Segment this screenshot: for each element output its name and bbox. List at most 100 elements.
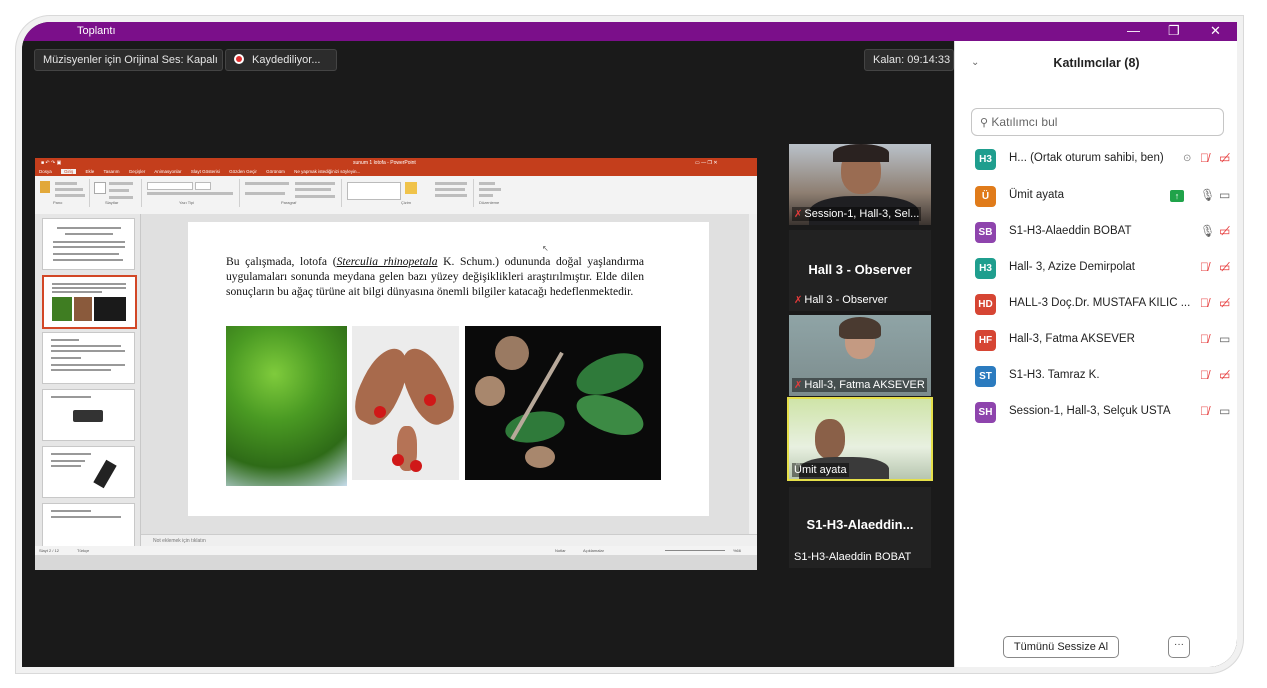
slide-body-text: Bu çalışmada, lotofa (Sterculia rhinopet… <box>226 255 645 299</box>
recording-icon: ⊙ <box>1183 153 1192 164</box>
slide-thumb[interactable] <box>42 389 135 441</box>
shared-screen[interactable]: ■ ↶ ↷ ▣ sunum 1 lotofa - PowerPoint ▭ — … <box>35 158 757 570</box>
muted-mic-icon[interactable]: 🎙̸ <box>1200 332 1209 346</box>
ppt-tab[interactable]: Animasyonlar <box>154 169 181 174</box>
video-off-icon[interactable]: ▭̸ <box>1219 368 1230 382</box>
ppt-tab[interactable]: Görünüm <box>266 169 285 174</box>
slide-thumb[interactable] <box>42 332 135 384</box>
participant-name: Ümit ayata <box>1009 189 1064 201</box>
avatar: Ü <box>975 186 996 207</box>
slide-thumb[interactable] <box>42 446 135 498</box>
participant-search-input[interactable]: ⚲ Katılımcı bul <box>971 108 1224 136</box>
muted-mic-icon: ✗ <box>794 380 803 391</box>
timer-label: Kalan: 09:14:33 <box>873 54 951 66</box>
video-tile-name: Ümit ayata <box>792 463 849 477</box>
mute-all-button[interactable]: Tümünü Sessize Al <box>1003 636 1119 658</box>
participant-row[interactable]: H3 H... (Ortak oturum sahibi, ben) ⊙ 🎙̸ … <box>955 144 1237 174</box>
participant-name: Hall-3, Fatma AKSEVER <box>1009 333 1135 345</box>
participant-name: Session-1, Hall-3, Selçuk USTA <box>1009 405 1171 417</box>
video-tile-active-speaker[interactable]: Ümit ayata <box>787 397 933 481</box>
ppt-tab-active[interactable]: Giriş <box>61 169 77 174</box>
ppt-search-hint[interactable]: Ne yapmak istediğinizi söyleyin... <box>294 169 360 174</box>
original-sound-button[interactable]: Müzisyenler için Orijinal Ses: Kapalı <box>34 49 223 71</box>
muted-mic-icon[interactable]: 🎙̸ <box>1200 260 1209 274</box>
participant-name: Hall- 3, Azize Demirpolat <box>1009 261 1135 273</box>
search-placeholder: Katılımcı bul <box>991 115 1058 129</box>
ppt-tab[interactable]: Geçişler <box>129 169 146 174</box>
video-tile[interactable]: ✗ Hall-3, Fatma AKSEVER <box>789 315 931 396</box>
recording-indicator[interactable]: Kaydediliyor... <box>225 49 337 71</box>
search-icon: ⚲ <box>980 117 989 129</box>
arrange-icon <box>405 182 417 194</box>
title-bar: Toplantı — ❐ ✕ <box>22 22 1237 41</box>
ribbon-group: Düzenleme <box>475 179 519 207</box>
panel-header: ⌄ Katılımcılar (8) <box>955 41 1237 85</box>
mic-icon[interactable]: 🎙 <box>1200 188 1215 202</box>
ppt-tab[interactable]: Ekle <box>86 169 95 174</box>
ppt-tab[interactable]: Tasarım <box>103 169 119 174</box>
video-off-icon[interactable]: ▭̸ <box>1219 224 1230 238</box>
language-status: Türkçe <box>77 548 90 553</box>
participant-row[interactable]: H3 Hall- 3, Azize Demirpolat 🎙̸ ▭̸ <box>955 253 1237 283</box>
participant-row[interactable]: HD HALL-3 Doç.Dr. MUSTAFA KILIC ... 🎙̸ ▭… <box>955 289 1237 319</box>
ppt-tab[interactable]: Gözden Geçir <box>229 169 257 174</box>
share-screen-icon: ↑ <box>1170 190 1184 202</box>
muted-mic-icon[interactable]: 🎙̸ <box>1200 404 1209 418</box>
video-icon[interactable]: ▭ <box>1219 332 1230 346</box>
participant-hair <box>833 144 889 162</box>
video-icon[interactable]: ▭ <box>1219 188 1230 202</box>
slide-thumb[interactable] <box>42 503 135 546</box>
restore-button[interactable]: ❐ <box>1168 23 1180 39</box>
paste-icon <box>40 181 50 193</box>
video-off-icon[interactable]: ▭̸ <box>1219 151 1230 165</box>
ppt-status-bar: Slayt 2 / 12 Türkçe Notlar Açıklamalar %… <box>35 546 757 555</box>
slide[interactable]: Bu çalışmada, lotofa (Sterculia rhinopet… <box>188 222 709 516</box>
close-button[interactable]: ✕ <box>1210 23 1221 39</box>
video-tile[interactable]: ✗ Session-1, Hall-3, Sel... <box>789 144 931 225</box>
recording-label: Kaydediliyor... <box>252 54 321 66</box>
thumb-image <box>93 459 117 489</box>
video-tile-name: ✗ Hall-3, Fatma AKSEVER <box>792 378 927 392</box>
zoom-slider[interactable] <box>665 550 725 551</box>
notes-toggle[interactable]: Notlar <box>555 546 566 555</box>
video-off-icon[interactable]: ▭̸ <box>1219 260 1230 274</box>
original-sound-label: Müzisyenler için Orijinal Ses: Kapalı <box>43 54 218 66</box>
ppt-tab[interactable]: Dosya <box>39 169 52 174</box>
participant-row[interactable]: Ü Ümit ayata ↑ 🎙 ▭ <box>955 181 1237 211</box>
video-tile[interactable]: Hall 3 - Observer ✗ Hall 3 - Observer <box>789 230 931 311</box>
muted-mic-icon: ✗ <box>794 295 803 306</box>
participant-row[interactable]: SH Session-1, Hall-3, Selçuk USTA 🎙̸ ▭ <box>955 397 1237 427</box>
muted-mic-icon[interactable]: 🎙̸ <box>1200 368 1209 382</box>
new-slide-icon <box>94 182 106 194</box>
minimize-button[interactable]: — <box>1127 23 1140 38</box>
participant-row[interactable]: SB S1-H3-Alaeddin BOBAT 🎙 ▭̸ <box>955 217 1237 247</box>
slide-thumb[interactable] <box>42 218 135 270</box>
font-size-box <box>195 182 211 190</box>
video-icon[interactable]: ▭ <box>1219 404 1230 418</box>
participant-row[interactable]: HF Hall-3, Fatma AKSEVER 🎙̸ ▭ <box>955 325 1237 355</box>
video-tile-center-name: Hall 3 - Observer <box>808 262 912 277</box>
participant-row[interactable]: ST S1-H3. Tamraz K. 🎙̸ ▭̸ <box>955 361 1237 391</box>
timer-badge: Kalan: 09:14:33 <box>864 49 954 71</box>
mic-icon[interactable]: 🎙 <box>1200 224 1215 238</box>
font-name-box <box>147 182 193 190</box>
thumb-image <box>52 297 72 321</box>
ppt-tab[interactable]: Slayt Gösterisi <box>191 169 220 174</box>
participant-face <box>815 419 845 459</box>
muted-mic-icon[interactable]: 🎙̸ <box>1200 296 1209 310</box>
avatar: ST <box>975 366 996 387</box>
slide-scrollbar[interactable] <box>749 214 757 534</box>
muted-mic-icon[interactable]: 🎙̸ <box>1200 151 1209 165</box>
ribbon-group: Paragraf <box>241 179 342 207</box>
slide-thumbnails[interactable] <box>35 214 141 546</box>
more-options-button[interactable]: ··· <box>1168 636 1190 658</box>
video-off-icon[interactable]: ▭̸ <box>1219 296 1230 310</box>
participant-name: H... (Ortak oturum sahibi, ben) <box>1009 152 1164 164</box>
ribbon-group-label: Paragraf <box>281 200 297 205</box>
notes-hint: Not eklemek için tıklatın <box>153 538 206 544</box>
ribbon-group: Slaytlar <box>91 179 142 207</box>
slide-thumb-selected[interactable] <box>42 275 137 329</box>
ribbon-group-label: Yazı Tipi <box>179 200 195 205</box>
comments-toggle[interactable]: Açıklamalar <box>583 546 604 555</box>
video-tile[interactable]: S1-H3-Alaeddin... S1-H3-Alaeddin BOBAT <box>789 487 931 568</box>
